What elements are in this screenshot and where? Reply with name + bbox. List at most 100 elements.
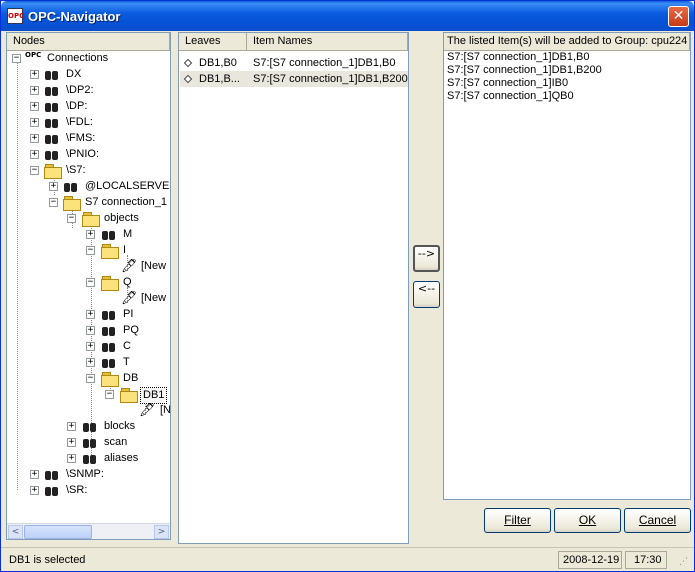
expand-icon[interactable]: + [86,310,95,319]
title-bar[interactable]: OPC OPC-Navigator ✕ [1,1,694,31]
tree-node-sr[interactable]: + \SR: [7,483,170,498]
binoculars-icon [101,308,117,321]
leaf-item-icon [183,74,193,84]
scroll-right-button[interactable]: > [154,525,169,539]
expand-icon[interactable]: + [30,134,39,143]
expand-icon[interactable]: + [30,102,39,111]
binoculars-icon [101,356,117,369]
expand-icon[interactable]: + [30,486,39,495]
tree-node-s7[interactable]: − \S7: [7,163,170,179]
tree-node-q-new[interactable]: 🖊 [New [7,291,170,306]
folder-open-icon [82,212,100,227]
tree-node-aliases[interactable]: + aliases [7,451,170,466]
expand-icon[interactable]: + [67,454,76,463]
tree-node-pq[interactable]: + PQ [7,323,170,338]
leaves-list[interactable]: Leaves Item Names DB1,B0 S7:[S7 connecti… [178,32,409,544]
expand-icon[interactable]: + [86,342,95,351]
tree-node-m[interactable]: + M [7,227,170,242]
tree-node-s7-connection-1[interactable]: − S7 connection_1 [7,195,170,211]
tree-node-t[interactable]: + T [7,355,170,370]
nodes-header[interactable]: Nodes [7,33,170,51]
tree-node-label: [New [141,292,167,304]
expand-icon[interactable]: + [30,118,39,127]
binoculars-icon [44,132,60,145]
expand-icon[interactable]: + [86,358,95,367]
added-item[interactable]: S7:[S7 connection_1]QB0 [447,90,574,103]
added-item[interactable]: S7:[S7 connection_1]IB0 [447,77,568,90]
tree-node-connections[interactable]: − OPC Connections [7,51,170,66]
added-items-list[interactable]: The listed Item(s) will be added to Grou… [443,32,691,500]
tree-node-db1[interactable]: − DB1 [7,387,170,404]
tree-node-label: blocks [104,420,136,432]
tree-node-db1-new[interactable]: 🖊 [N [7,403,170,418]
tree-node-scan[interactable]: + scan [7,435,170,450]
remove-items-button[interactable]: <-- [413,281,440,308]
tree-node-blocks[interactable]: + blocks [7,419,170,434]
expand-icon[interactable]: + [86,326,95,335]
binoculars-icon [44,484,60,497]
tree-node-label: \PNIO: [66,148,100,160]
leaf-name: DB1,B... [199,73,240,85]
binoculars-icon [44,84,60,97]
tree-node-db[interactable]: − DB [7,371,170,387]
expand-icon[interactable]: + [30,150,39,159]
expand-icon[interactable]: + [30,470,39,479]
cancel-button-label: Cancel [638,513,677,527]
collapse-icon[interactable]: − [86,374,95,383]
tree-node-dp2[interactable]: + \DP2: [7,83,170,98]
collapse-icon[interactable]: − [49,198,58,207]
tree-node-pi[interactable]: + PI [7,307,170,322]
cancel-button[interactable]: Cancel [624,508,691,533]
add-items-button[interactable]: --> [413,245,440,272]
tree-node-fms[interactable]: + \FMS: [7,131,170,146]
tree-node-fdl[interactable]: + \FDL: [7,115,170,130]
tree-node-q[interactable]: − Q [7,275,170,291]
nodes-tree[interactable]: Nodes − OPC Connections + DX + \DP2: + \… [6,32,171,540]
list-item[interactable]: DB1,B0 S7:[S7 connection_1]DB1,B0 [180,55,408,71]
tree-node-dp[interactable]: + \DP: [7,99,170,114]
scroll-left-button[interactable]: < [8,525,23,539]
expand-icon[interactable]: + [67,438,76,447]
expand-icon[interactable]: + [86,230,95,239]
expand-icon[interactable]: + [30,70,39,79]
tree-node-localserver[interactable]: + @LOCALSERVER [7,179,170,194]
collapse-icon[interactable]: − [86,246,95,255]
tree-node-dx[interactable]: + DX [7,67,170,82]
tree-node-objects[interactable]: − objects [7,211,170,227]
window-title: OPC-Navigator [28,9,121,24]
tree-node-label: DB [123,372,139,384]
tree-node-i-new[interactable]: 🖊 [New [7,259,170,274]
binoculars-icon [101,228,117,241]
collapse-icon[interactable]: − [67,214,76,223]
tree-node-c[interactable]: + C [7,339,170,354]
column-header-item-names[interactable]: Item Names [247,33,408,51]
tree-horizontal-scrollbar[interactable]: < > [7,523,170,539]
added-item[interactable]: S7:[S7 connection_1]DB1,B200 [447,64,602,77]
ok-button[interactable]: OK [554,508,621,533]
tree-node-pnio[interactable]: + \PNIO: [7,147,170,162]
collapse-icon[interactable]: − [86,278,95,287]
collapse-icon[interactable]: − [12,54,21,63]
column-header-leaves[interactable]: Leaves [179,33,247,51]
tree-node-label: Connections [47,52,109,64]
expand-icon[interactable]: + [30,86,39,95]
collapse-icon[interactable]: − [105,390,114,399]
opc-navigator-window: OPC OPC-Navigator ✕ Nodes − OPC Connecti… [0,0,695,572]
tree-node-i[interactable]: − I [7,243,170,259]
collapse-icon[interactable]: − [30,166,39,175]
expand-icon[interactable]: + [49,182,58,191]
status-bar: DB1 is selected 2008-12-19 17:30 ⋰ [1,547,694,571]
resize-grip-icon[interactable]: ⋰ [679,556,691,568]
item-name: S7:[S7 connection_1]DB1,B200 [253,73,408,85]
close-button[interactable]: ✕ [668,6,689,27]
folder-open-icon [44,164,62,179]
added-item[interactable]: S7:[S7 connection_1]DB1,B0 [447,51,589,64]
tree-node-snmp[interactable]: + \SNMP: [7,467,170,482]
item-name: S7:[S7 connection_1]DB1,B0 [253,57,396,69]
new-item-wand-icon: 🖊 [121,291,138,306]
list-item[interactable]: DB1,B... S7:[S7 connection_1]DB1,B200 [180,71,408,87]
scroll-thumb[interactable] [24,525,92,539]
binoculars-icon [82,436,98,449]
filter-button[interactable]: Filter [484,508,551,533]
expand-icon[interactable]: + [67,422,76,431]
